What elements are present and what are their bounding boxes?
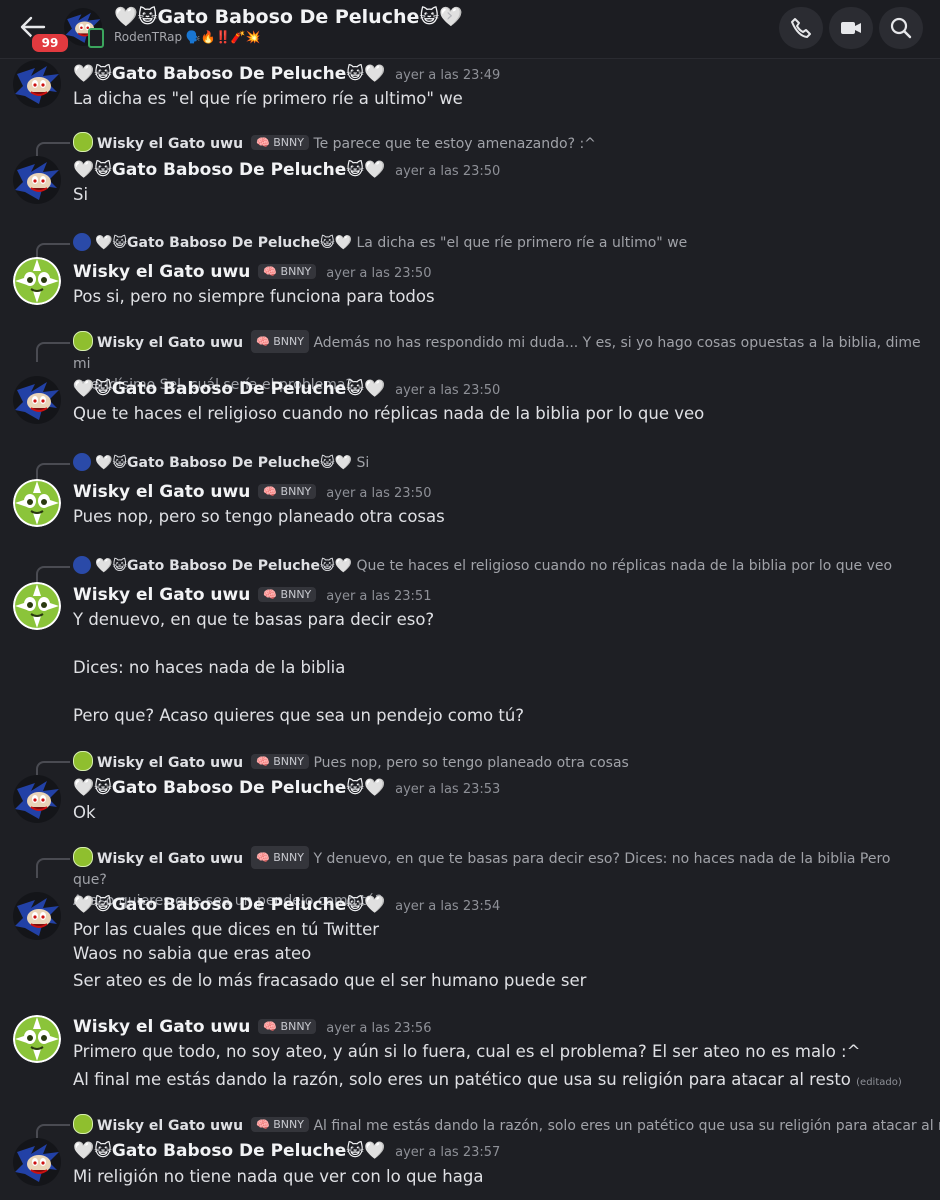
message-text: Pues nop, pero so tengo planeado otra co… bbox=[73, 507, 445, 526]
video-button[interactable] bbox=[829, 7, 873, 49]
message-author[interactable]: 🤍😺Gato Baboso De Peluche😺🤍 ayer a las 23:… bbox=[73, 160, 500, 180]
role-tag: 🧠 BNNY bbox=[251, 846, 309, 869]
phone-icon bbox=[791, 18, 811, 38]
avatar[interactable] bbox=[13, 892, 61, 940]
message-text: Dices: no haces nada de la biblia bbox=[73, 658, 346, 677]
message-text: La dicha es "el que ríe primero ríe a ul… bbox=[73, 89, 463, 108]
avatar[interactable] bbox=[13, 1138, 61, 1186]
role-tag: 🧠 BNNY bbox=[258, 264, 317, 279]
avatar[interactable] bbox=[13, 775, 61, 823]
avatar bbox=[73, 453, 91, 471]
message-text: Mi religión no tiene nada que ver con lo… bbox=[73, 1167, 484, 1186]
timestamp: ayer a las 23:49 bbox=[395, 68, 501, 83]
avatar bbox=[73, 847, 93, 867]
avatar bbox=[73, 331, 93, 351]
avatar bbox=[73, 233, 91, 251]
message-author[interactable]: 🤍😺Gato Baboso De Peluche😺🤍 ayer a las 23:… bbox=[73, 895, 500, 915]
message-text: Pero que? Acaso quieres que sea un pende… bbox=[73, 706, 525, 725]
role-tag: 🧠 BNNY bbox=[258, 484, 317, 499]
message-author[interactable]: 🤍😺Gato Baboso De Peluche😺🤍 ayer a las 23:… bbox=[73, 1141, 500, 1161]
edited-label: (editado) bbox=[856, 1077, 902, 1088]
timestamp: ayer a las 23:50 bbox=[395, 383, 501, 398]
avatar[interactable] bbox=[13, 156, 61, 204]
message-author[interactable]: Wisky el Gato uwu 🧠 BNNY ayer a las 23:51 bbox=[73, 585, 431, 605]
avatar bbox=[73, 556, 91, 574]
message-text: Y denuevo, en que te basas para decir es… bbox=[73, 610, 435, 629]
reply-preview[interactable]: Wisky el Gato uwu 🧠 BNNY Te parece que te… bbox=[73, 132, 596, 152]
message-author[interactable]: Wisky el Gato uwu 🧠 BNNY ayer a las 23:50 bbox=[73, 262, 431, 282]
chat-header: 99 🤍😺Gato Baboso De Peluche😺🤍 › RodenTRa… bbox=[0, 0, 940, 59]
mobile-status-icon bbox=[88, 28, 104, 48]
message-author[interactable]: 🤍😺Gato Baboso De Peluche😺🤍 ayer a las 23:… bbox=[73, 64, 500, 84]
avatar[interactable] bbox=[13, 1015, 61, 1063]
message-text: Primero que todo, no soy ateo, y aún si … bbox=[73, 1042, 861, 1061]
avatar bbox=[73, 132, 93, 152]
role-tag: 🧠 BNNY bbox=[251, 1117, 309, 1132]
timestamp: ayer a las 23:53 bbox=[395, 782, 501, 797]
role-tag: 🧠 BNNY bbox=[251, 330, 309, 353]
timestamp: ayer a las 23:50 bbox=[326, 486, 432, 501]
timestamp: ayer a las 23:50 bbox=[326, 266, 432, 281]
reply-preview[interactable]: 🤍😺Gato Baboso De Peluche😺🤍 La dicha es "… bbox=[73, 233, 687, 251]
call-button[interactable] bbox=[779, 7, 823, 49]
reply-connector bbox=[36, 342, 70, 362]
message-author[interactable]: Wisky el Gato uwu 🧠 BNNY ayer a las 23:56 bbox=[73, 1017, 431, 1037]
avatar[interactable] bbox=[13, 582, 61, 630]
message-text: Por las cuales que dices en tú Twitter bbox=[73, 920, 380, 939]
role-tag: 🧠 BNNY bbox=[251, 754, 309, 769]
channel-title[interactable]: 🤍😺Gato Baboso De Peluche😺🤍 bbox=[114, 5, 463, 28]
message-author[interactable]: Wisky el Gato uwu 🧠 BNNY ayer a las 23:50 bbox=[73, 482, 431, 502]
role-tag: 🧠 BNNY bbox=[258, 587, 317, 602]
timestamp: ayer a las 23:57 bbox=[395, 1145, 501, 1160]
message-text: Si bbox=[73, 185, 89, 204]
message-author[interactable]: 🤍😺Gato Baboso De Peluche😺🤍 ayer a las 23:… bbox=[73, 379, 500, 399]
channel-subtitle: RodenTRap 🗣️🔥‼️🧨💥 bbox=[114, 30, 261, 44]
timestamp: ayer a las 23:50 bbox=[395, 164, 501, 179]
reply-preview[interactable]: 🤍😺Gato Baboso De Peluche😺🤍 Si bbox=[73, 453, 369, 471]
message-text: Al final me estás dando la razón, solo e… bbox=[73, 1070, 902, 1089]
avatar[interactable] bbox=[13, 60, 61, 108]
chevron-right-icon[interactable]: › bbox=[446, 5, 453, 26]
search-button[interactable] bbox=[879, 7, 923, 49]
avatar[interactable] bbox=[13, 479, 61, 527]
timestamp: ayer a las 23:56 bbox=[326, 1021, 432, 1036]
avatar[interactable] bbox=[13, 376, 61, 424]
video-icon bbox=[841, 22, 861, 34]
role-tag: 🧠 BNNY bbox=[251, 135, 309, 150]
message-text: Ser ateo es de lo más fracasado que el s… bbox=[73, 971, 587, 990]
timestamp: ayer a las 23:51 bbox=[326, 589, 432, 604]
role-tag: 🧠 BNNY bbox=[258, 1019, 317, 1034]
avatar bbox=[73, 1114, 93, 1134]
message-text: Ok bbox=[73, 803, 96, 822]
avatar[interactable] bbox=[13, 257, 61, 305]
message-text: Pos si, pero no siempre funciona para to… bbox=[73, 287, 435, 306]
reply-preview[interactable]: Wisky el Gato uwu 🧠 BNNY Al final me está… bbox=[73, 1114, 940, 1134]
message-author[interactable]: 🤍😺Gato Baboso De Peluche😺🤍 ayer a las 23:… bbox=[73, 778, 500, 798]
reply-preview[interactable]: Wisky el Gato uwu 🧠 BNNY Pues nop, pero s… bbox=[73, 751, 629, 771]
reply-preview[interactable]: 🤍😺Gato Baboso De Peluche😺🤍 Que te haces … bbox=[73, 556, 892, 574]
timestamp: ayer a las 23:54 bbox=[395, 899, 501, 914]
avatar bbox=[73, 751, 93, 771]
message-text: Que te haces el religioso cuando no répl… bbox=[73, 404, 705, 423]
reply-connector bbox=[36, 858, 70, 878]
message-text: Waos no sabia que eras ateo bbox=[73, 944, 312, 963]
search-icon bbox=[890, 17, 912, 39]
